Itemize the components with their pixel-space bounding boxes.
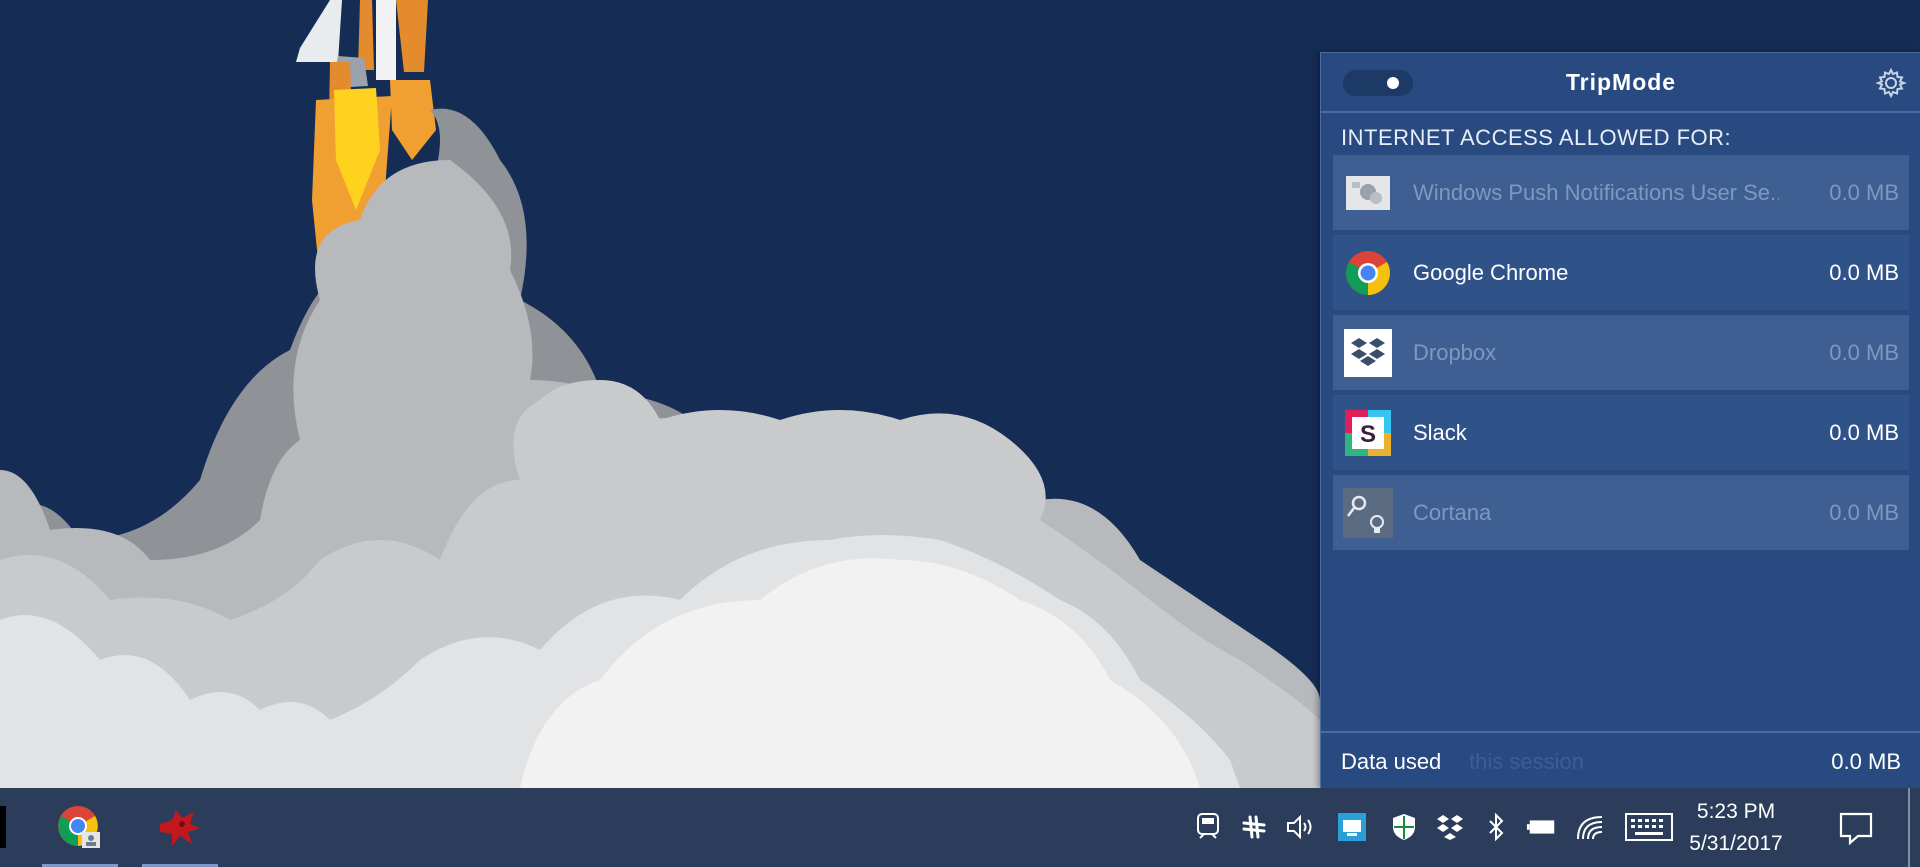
dropbox-tray-icon[interactable] <box>1434 810 1466 844</box>
wifi-icon[interactable] <box>1574 810 1606 844</box>
data-used-label: Data used <box>1341 749 1442 774</box>
app-list: Windows Push Notifications User Se... 0.… <box>1321 155 1920 550</box>
app-name: Google Chrome <box>1413 259 1569 285</box>
app-usage: 0.0 MB <box>1829 259 1899 285</box>
tripmode-title: TripMode <box>1565 69 1677 95</box>
app-row-google-chrome[interactable]: Google Chrome 0.0 MB <box>1333 235 1909 310</box>
app-usage: 0.0 MB <box>1829 179 1899 205</box>
clock-time: 5:23 PM <box>1696 800 1776 823</box>
app-row-cortana[interactable]: Cortana 0.0 MB <box>1333 475 1909 550</box>
app-name: Windows Push Notifications User Se... <box>1413 179 1779 205</box>
keyboard-icon[interactable] <box>1624 810 1674 844</box>
gear-icon[interactable] <box>1875 67 1907 99</box>
clock-date: 5/31/2017 <box>1689 832 1783 855</box>
taskbar: 5:23 PM 5/31/2017 <box>0 788 1920 867</box>
section-title: INTERNET ACCESS ALLOWED FOR: <box>1341 125 1732 150</box>
windows-push-notifications-icon <box>1343 168 1393 218</box>
show-desktop-button[interactable] <box>1908 788 1910 867</box>
taskbar-app-tripmode[interactable] <box>140 788 220 867</box>
defender-icon[interactable] <box>1388 810 1420 844</box>
period-selector[interactable]: this session <box>1469 749 1584 775</box>
action-center-icon[interactable] <box>1836 808 1876 848</box>
tripmode-header: TripMode <box>1321 53 1920 111</box>
battery-icon[interactable] <box>1526 810 1558 844</box>
volume-icon[interactable] <box>1284 810 1316 844</box>
taskbar-app-chrome[interactable] <box>40 788 120 867</box>
tripmode-footer: Data used this session 0.0 MB <box>1321 731 1920 789</box>
slack-icon: S <box>1343 408 1393 458</box>
start-edge[interactable] <box>0 806 6 848</box>
app-row-windows-push-notifications[interactable]: Windows Push Notifications User Se... 0.… <box>1333 155 1909 230</box>
app-name: Dropbox <box>1413 339 1497 365</box>
desktop: TripMode INTERNET ACCESS ALLOWED FOR: Wi… <box>0 0 1920 789</box>
app-usage: 0.0 MB <box>1829 339 1899 365</box>
chrome-icon <box>58 805 100 848</box>
bluetooth-icon[interactable] <box>1480 810 1512 844</box>
dropbox-icon <box>1343 328 1393 378</box>
slack-tray-icon[interactable] <box>1238 810 1270 844</box>
app-name: Slack <box>1413 419 1467 445</box>
app-name: Cortana <box>1413 499 1492 525</box>
bird-icon <box>160 809 200 846</box>
chrome-icon <box>1343 248 1393 298</box>
app-row-slack[interactable]: S Slack 0.0 MB <box>1333 395 1909 470</box>
app-tray-icon[interactable] <box>1336 810 1368 844</box>
app-row-dropbox[interactable]: Dropbox 0.0 MB <box>1333 315 1909 390</box>
tripmode-panel: TripMode INTERNET ACCESS ALLOWED FOR: Wi… <box>1320 52 1920 789</box>
tripmode-tray-icon[interactable] <box>1192 810 1224 844</box>
svg-text:S: S <box>1360 421 1376 448</box>
app-usage: 0.0 MB <box>1829 419 1899 445</box>
cortana-icon <box>1343 487 1393 538</box>
system-clock[interactable]: 5:23 PM 5/31/2017 <box>1676 796 1796 860</box>
data-used-value: 0.0 MB <box>1831 749 1901 774</box>
app-usage: 0.0 MB <box>1829 499 1899 525</box>
